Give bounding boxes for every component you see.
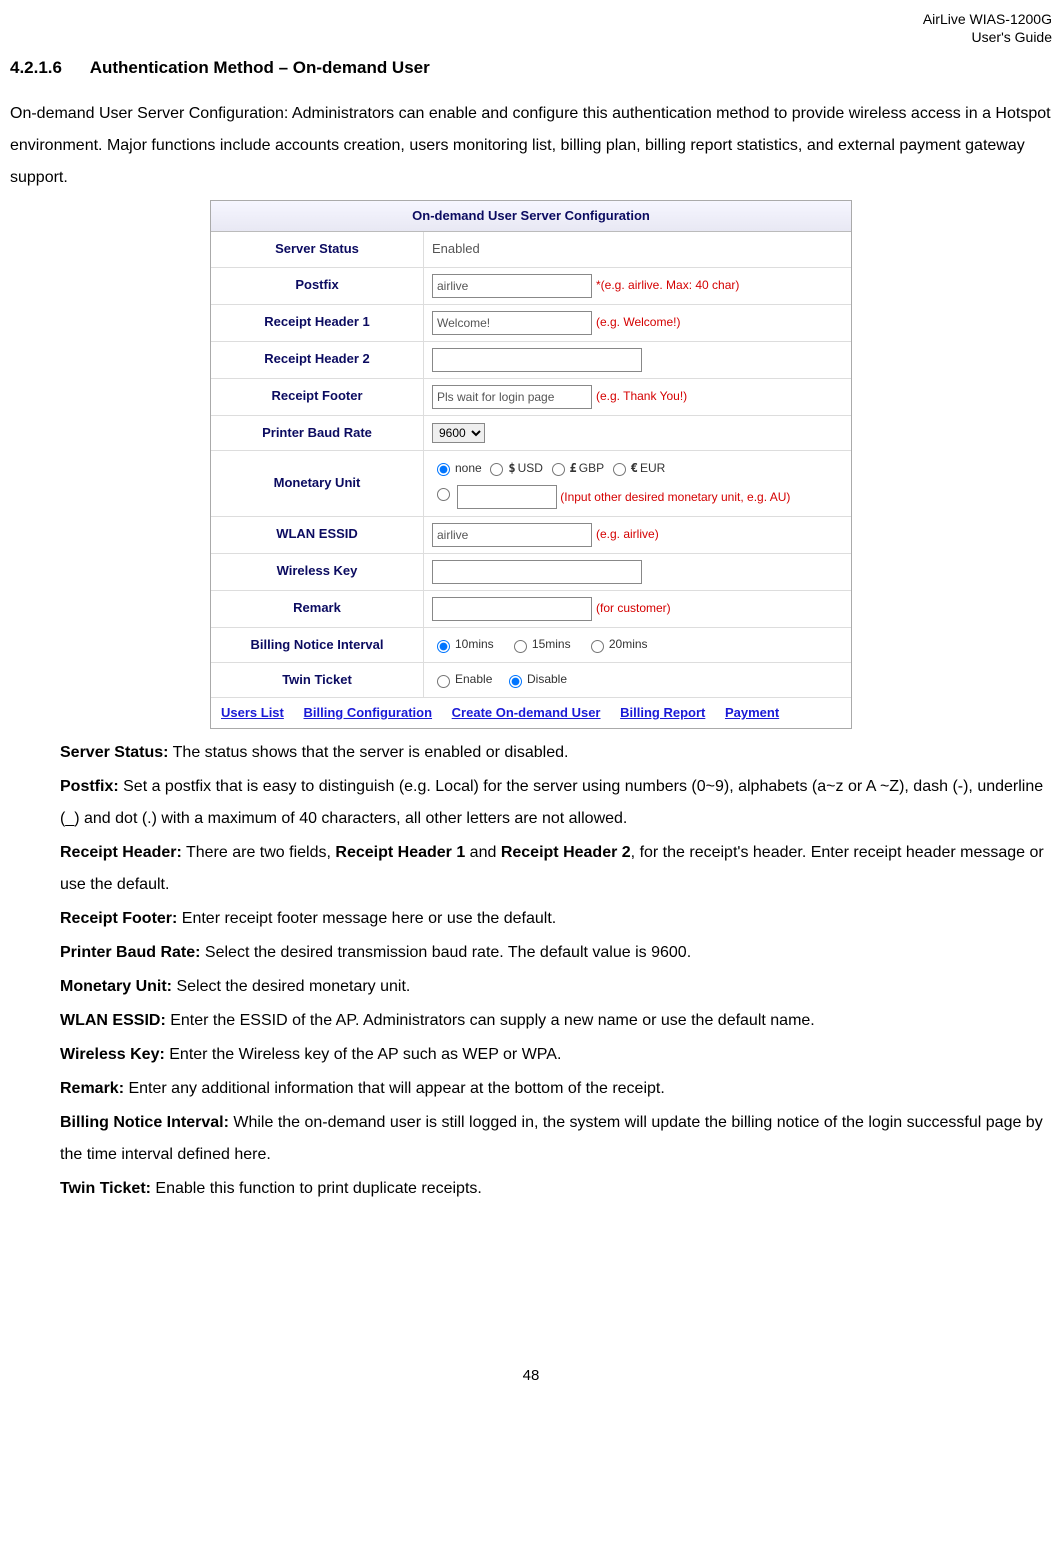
- label-twin: Twin Ticket: [211, 663, 424, 697]
- label-postfix: Postfix: [211, 268, 424, 304]
- hint-footer: (e.g. Thank You!): [596, 388, 687, 405]
- config-bottom-links: Users List Billing Configuration Create …: [211, 698, 851, 728]
- hint-header1: (e.g. Welcome!): [596, 314, 680, 331]
- row-server-status: Server Status Enabled: [211, 232, 851, 267]
- input-postfix[interactable]: [432, 274, 592, 298]
- euro-icon: €: [631, 457, 638, 480]
- row-footer: Receipt Footer (e.g. Thank You!): [211, 379, 851, 416]
- label-essid: WLAN ESSID: [211, 517, 424, 553]
- desc-twin: Twin Ticket: Enable this function to pri…: [60, 1173, 1052, 1205]
- link-billing-config[interactable]: Billing Configuration: [304, 705, 433, 720]
- row-remark: Remark (for customer): [211, 591, 851, 628]
- input-remark[interactable]: [432, 597, 592, 621]
- row-postfix: Postfix *(e.g. airlive. Max: 40 char): [211, 268, 851, 305]
- desc-monetary: Monetary Unit: Select the desired moneta…: [60, 971, 1052, 1003]
- desc-receipt-header: Receipt Header: There are two fields, Re…: [60, 837, 1052, 901]
- input-header1[interactable]: [432, 311, 592, 335]
- row-billnotice: Billing Notice Interval 10mins 15mins 20…: [211, 628, 851, 663]
- label-baud: Printer Baud Rate: [211, 416, 424, 450]
- desc-remark: Remark: Enter any additional information…: [60, 1073, 1052, 1105]
- input-footer[interactable]: [432, 385, 592, 409]
- radio-twin-enable[interactable]: [437, 675, 450, 688]
- desc-postfix: Postfix: Set a postfix that is easy to d…: [60, 771, 1052, 835]
- hint-essid: (e.g. airlive): [596, 526, 659, 543]
- radio-twin-disable[interactable]: [509, 675, 522, 688]
- desc-server-status: Server Status: The status shows that the…: [60, 737, 1052, 769]
- row-monetary: Monetary Unit none $ USD £ GBP € EUR (In…: [211, 451, 851, 517]
- label-server-status: Server Status: [211, 232, 424, 266]
- radio-monetary-none[interactable]: [437, 463, 450, 476]
- input-essid[interactable]: [432, 523, 592, 547]
- desc-wkey: Wireless Key: Enter the Wireless key of …: [60, 1039, 1052, 1071]
- desc-baud: Printer Baud Rate: Select the desired tr…: [60, 937, 1052, 969]
- link-users-list[interactable]: Users List: [221, 705, 284, 720]
- radio-monetary-eur[interactable]: [613, 463, 626, 476]
- desc-essid: WLAN ESSID: Enter the ESSID of the AP. A…: [60, 1005, 1052, 1037]
- label-wkey: Wireless Key: [211, 554, 424, 590]
- config-panel: On-demand User Server Configuration Serv…: [210, 200, 852, 729]
- input-header2[interactable]: [432, 348, 642, 372]
- label-monetary: Monetary Unit: [211, 451, 424, 516]
- desc-billnotice: Billing Notice Interval: While the on-de…: [60, 1107, 1052, 1171]
- label-remark: Remark: [211, 591, 424, 627]
- label-header2: Receipt Header 2: [211, 342, 424, 378]
- radio-billnotice-15[interactable]: [514, 640, 527, 653]
- desc-receipt-footer: Receipt Footer: Enter receipt footer mes…: [60, 903, 1052, 935]
- page-number: 48: [10, 1365, 1052, 1386]
- section-number: 4.2.1.6: [10, 58, 62, 77]
- link-billing-report[interactable]: Billing Report: [620, 705, 705, 720]
- row-twin: Twin Ticket Enable Disable: [211, 663, 851, 698]
- doc-header: AirLive WIAS-1200G User's Guide: [10, 10, 1052, 46]
- radio-monetary-usd[interactable]: [490, 463, 503, 476]
- row-essid: WLAN ESSID (e.g. airlive): [211, 517, 851, 554]
- label-footer: Receipt Footer: [211, 379, 424, 415]
- hint-remark: (for customer): [596, 600, 671, 617]
- radio-billnotice-10[interactable]: [437, 640, 450, 653]
- row-baud: Printer Baud Rate 9600: [211, 416, 851, 451]
- config-title: On-demand User Server Configuration: [211, 201, 851, 232]
- radio-billnotice-20[interactable]: [591, 640, 604, 653]
- dollar-icon: $: [508, 457, 515, 480]
- radio-monetary-other[interactable]: [437, 488, 450, 501]
- value-server-status: Enabled: [432, 240, 480, 258]
- link-payment[interactable]: Payment: [725, 705, 779, 720]
- input-wkey[interactable]: [432, 560, 642, 584]
- doc-title-line2: User's Guide: [972, 29, 1052, 45]
- section-title: Authentication Method – On-demand User: [90, 58, 430, 77]
- radio-monetary-gbp[interactable]: [552, 463, 565, 476]
- section-heading: 4.2.1.6 Authentication Method – On-deman…: [10, 56, 1052, 80]
- row-wkey: Wireless Key: [211, 554, 851, 591]
- label-header1: Receipt Header 1: [211, 305, 424, 341]
- label-billnotice: Billing Notice Interval: [211, 628, 424, 662]
- pound-icon: £: [570, 457, 577, 480]
- select-baud[interactable]: 9600: [432, 423, 485, 443]
- link-create-user[interactable]: Create On-demand User: [452, 705, 601, 720]
- row-header1: Receipt Header 1 (e.g. Welcome!): [211, 305, 851, 342]
- hint-monetary: (Input other desired monetary unit, e.g.…: [560, 490, 790, 504]
- intro-paragraph: On-demand User Server Configuration: Adm…: [10, 98, 1052, 194]
- doc-title-line1: AirLive WIAS-1200G: [923, 11, 1052, 27]
- descriptions-list: Server Status: The status shows that the…: [10, 737, 1052, 1205]
- input-monetary-other[interactable]: [457, 485, 557, 509]
- row-header2: Receipt Header 2: [211, 342, 851, 379]
- hint-postfix: *(e.g. airlive. Max: 40 char): [596, 277, 739, 294]
